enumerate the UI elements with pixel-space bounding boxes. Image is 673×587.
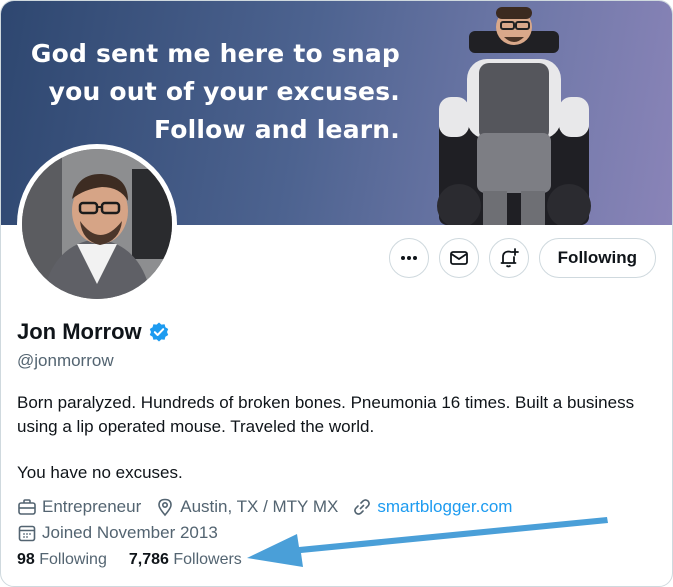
following-button[interactable]: Following <box>538 238 656 278</box>
link-icon <box>354 499 371 515</box>
following-stat[interactable]: 98 Following <box>17 551 107 569</box>
banner-quote-line: you out of your excuses. <box>48 77 400 106</box>
banner-quote: God sent me here to snap you out of your… <box>31 35 400 149</box>
profile-actions: Following <box>388 238 656 278</box>
briefcase-icon <box>18 499 36 515</box>
bio-line: You have no excuses. <box>17 463 183 482</box>
profile-meta: Entrepreneur Austin, TX / MTY MX smartbl… <box>17 494 657 546</box>
display-name: Jon Morrow <box>17 319 142 344</box>
bell-plus-icon <box>500 248 519 268</box>
join-date: Joined November 2013 <box>17 523 218 543</box>
followers-count: 7,786 <box>128 551 169 568</box>
verified-badge-icon[interactable] <box>148 321 170 343</box>
calendar-icon <box>18 525 36 542</box>
followers-label: Followers <box>173 551 242 568</box>
avatar-photo <box>22 149 172 299</box>
website[interactable]: smartblogger.com <box>352 497 512 517</box>
message-button[interactable] <box>438 238 479 278</box>
occupation: Entrepreneur <box>17 497 141 517</box>
banner-person-in-wheelchair <box>437 7 591 225</box>
more-icon <box>400 256 417 260</box>
banner-quote-line: Follow and learn. <box>153 115 400 144</box>
bio-line: Born paralyzed. Hundreds of broken bones… <box>17 393 635 436</box>
banner-quote-line: God sent me here to snap <box>30 39 400 68</box>
notify-button[interactable] <box>488 238 529 278</box>
follow-stats: 98 Following 7,786 Followers <box>17 551 242 569</box>
website-link[interactable]: smartblogger.com <box>377 497 512 517</box>
location-pin-icon <box>158 498 173 517</box>
join-date-text: Joined November 2013 <box>42 523 218 542</box>
envelope-icon <box>449 251 468 265</box>
avatar[interactable] <box>17 144 177 304</box>
following-count: 98 <box>17 551 35 568</box>
followers-stat[interactable]: 7,786 Followers <box>129 551 242 569</box>
bio: Born paralyzed. Hundreds of broken bones… <box>17 391 657 485</box>
location-text: Austin, TX / MTY MX <box>180 497 339 516</box>
profile-card: God sent me here to snap you out of your… <box>0 0 673 587</box>
profile-name-row: Jon Morrow <box>17 319 170 345</box>
more-button[interactable] <box>388 238 429 278</box>
handle: @jonmorrow <box>17 351 114 370</box>
following-label: Following <box>39 551 107 568</box>
occupation-text: Entrepreneur <box>42 497 142 516</box>
location: Austin, TX / MTY MX <box>155 497 338 517</box>
